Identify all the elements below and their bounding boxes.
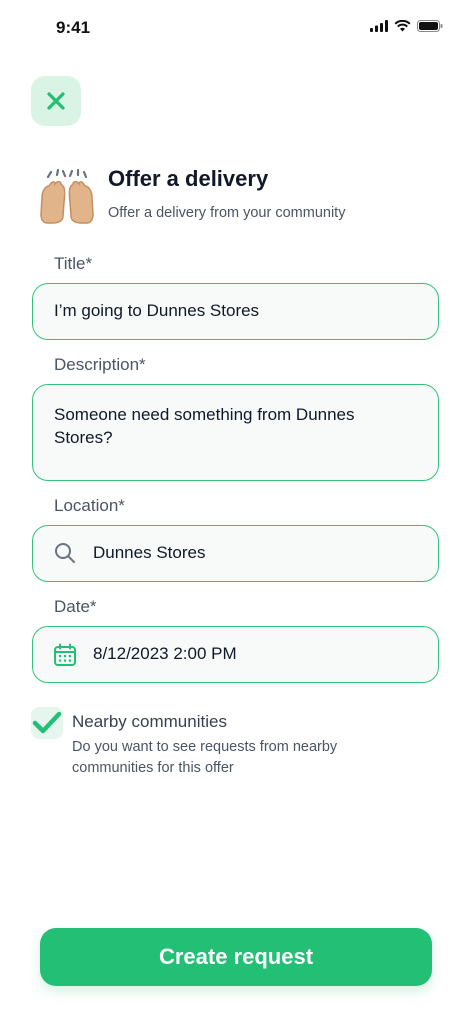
search-icon	[55, 543, 75, 563]
page-title: Offer a delivery	[108, 166, 269, 191]
nearby-communities-description: Do you want to see requests from nearby …	[72, 739, 338, 776]
date-picker-value: 8/12/2023 2:00 PM	[93, 644, 237, 663]
checkmark-icon	[31, 707, 63, 739]
date-picker[interactable]: 8/12/2023 2:00 PM	[32, 626, 439, 683]
close-button[interactable]	[31, 76, 81, 126]
wifi-icon	[394, 20, 411, 32]
raised-hands-icon	[40, 168, 94, 224]
signal-icon	[370, 20, 388, 32]
description-label: Description*	[54, 355, 146, 374]
date-label: Date*	[54, 597, 97, 616]
page-subtitle: Offer a delivery from your community	[108, 205, 346, 221]
status-bar: 9:41	[0, 0, 473, 56]
location-input-value: Dunnes Stores	[93, 543, 206, 562]
create-request-button[interactable]: Create request	[40, 928, 432, 986]
nearby-communities-checkbox[interactable]	[30, 706, 64, 740]
close-icon	[47, 92, 65, 110]
description-textarea[interactable]: Someone need something from Dunnes Store…	[32, 384, 439, 481]
status-icons	[370, 20, 443, 32]
status-time: 9:41	[56, 18, 91, 37]
title-label: Title*	[54, 254, 93, 273]
title-input[interactable]: I’m going to Dunnes Stores	[32, 283, 439, 340]
description-textarea-value: Someone need something from Dunnes Store…	[54, 405, 355, 447]
calendar-icon	[54, 643, 76, 666]
battery-icon	[417, 20, 443, 32]
title-input-value: I’m going to Dunnes Stores	[54, 301, 260, 320]
location-label: Location*	[54, 496, 125, 515]
nearby-communities-label: Nearby communities	[72, 712, 227, 731]
location-input[interactable]: Dunnes Stores	[32, 525, 439, 582]
